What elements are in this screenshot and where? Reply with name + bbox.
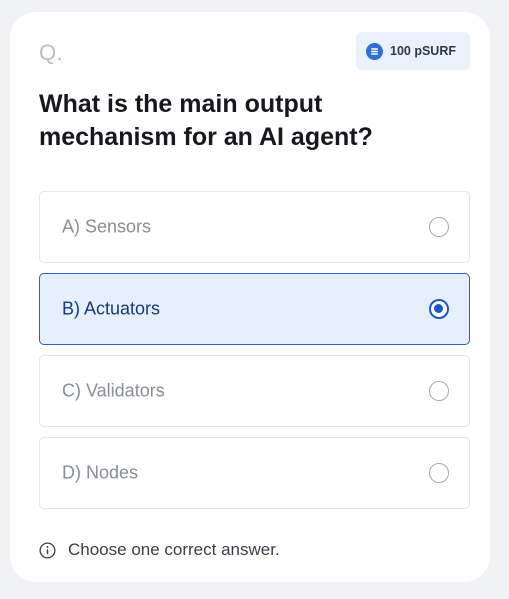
question-text: What is the main output mechanism for an… bbox=[39, 90, 373, 151]
option-d-label: D) Nodes bbox=[62, 462, 139, 483]
radio-d[interactable] bbox=[429, 463, 449, 483]
reward-amount: 100 pSURF bbox=[390, 44, 456, 58]
radio-a[interactable] bbox=[429, 217, 449, 237]
option-a-label: A) Sensors bbox=[62, 216, 152, 237]
hint-text: Choose one correct answer. bbox=[68, 540, 280, 559]
radio-b[interactable] bbox=[429, 299, 449, 319]
info-icon bbox=[39, 541, 56, 559]
reward-badge: 100 pSURF bbox=[356, 32, 470, 70]
option-a[interactable]: A) Sensors bbox=[39, 191, 470, 263]
option-c[interactable]: C) Validators bbox=[39, 355, 470, 427]
radio-c[interactable] bbox=[429, 381, 449, 401]
answer-hint: Choose one correct answer. bbox=[39, 540, 280, 560]
quiz-card: Q. 100 pSURF What is the main output mec… bbox=[10, 12, 490, 582]
question-marker: Q. bbox=[39, 40, 64, 65]
option-d[interactable]: D) Nodes bbox=[39, 437, 470, 509]
option-c-label: C) Validators bbox=[62, 380, 165, 401]
option-b-label: B) Actuators bbox=[62, 298, 161, 319]
coin-icon bbox=[366, 42, 383, 60]
option-b[interactable]: B) Actuators bbox=[39, 273, 470, 345]
